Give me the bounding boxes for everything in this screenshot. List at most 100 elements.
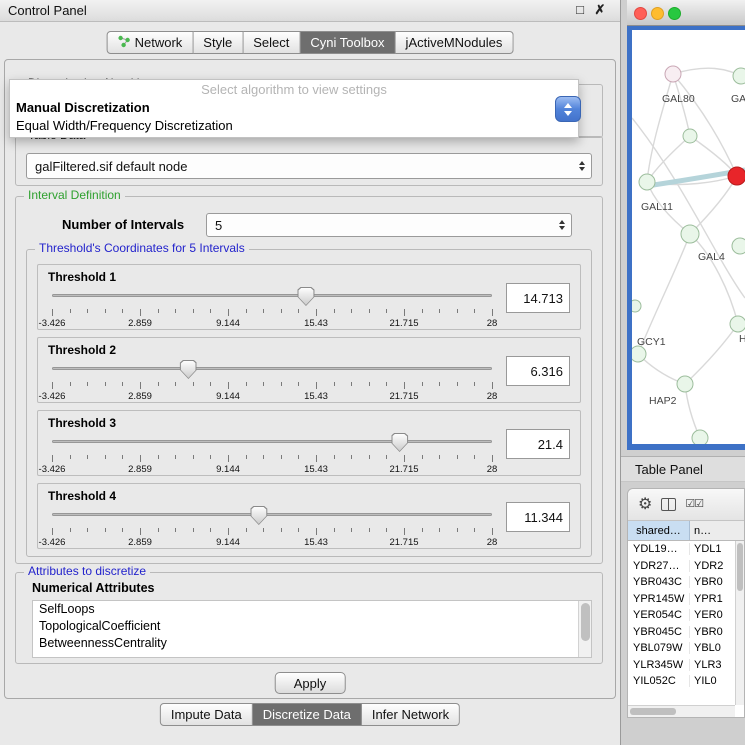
apply-button[interactable]: Apply (275, 672, 346, 694)
slider-thumb[interactable] (391, 433, 408, 452)
dropdown-option-equal-width-frequency-discretization[interactable]: Equal Width/Frequency Discretization (10, 117, 578, 135)
network-node[interactable] (639, 174, 655, 190)
table-panel-title: Table Panel (635, 462, 703, 477)
network-node[interactable] (681, 225, 699, 243)
scrollbar-thumb[interactable] (630, 708, 676, 715)
tab-select[interactable]: Select (243, 31, 300, 54)
cell-name[interactable]: YBL0 (690, 642, 735, 654)
table-row[interactable]: YPR145WYPR1 (628, 591, 735, 608)
cell-shared-name[interactable]: YIL052C (628, 675, 690, 687)
table-row[interactable]: YBR045CYBR0 (628, 624, 735, 641)
cell-shared-name[interactable]: YBL079W (628, 642, 690, 654)
column-header-name[interactable]: n… (690, 521, 744, 540)
attributes-scrollbar[interactable] (578, 601, 591, 657)
cell-name[interactable]: YIL0 (690, 675, 735, 687)
tab-network[interactable]: Network (107, 31, 194, 54)
cell-name[interactable]: YDR2 (690, 560, 735, 572)
network-canvas[interactable]: GAL80GAGAL11GAL4GCY1HAP2H (632, 30, 745, 444)
cell-name[interactable]: YBR0 (690, 576, 735, 588)
slider-thumb[interactable] (297, 287, 314, 306)
algorithm-select-stepper[interactable] (555, 96, 581, 122)
attribute-item-topologicalcoefficient[interactable]: TopologicalCoefficient (33, 618, 591, 635)
scrollbar-thumb[interactable] (737, 543, 743, 591)
threshold-slider-4[interactable]: -3.4262.8599.14415.4321.71528 (52, 506, 492, 548)
cell-name[interactable]: YER0 (690, 609, 735, 621)
dropdown-option-manual-discretization[interactable]: Manual Discretization (10, 99, 578, 117)
table-vertical-scrollbar[interactable] (735, 541, 744, 705)
table-row[interactable]: YIL052CYIL0 (628, 673, 735, 690)
network-node-selected[interactable] (728, 167, 745, 185)
threshold-label: Threshold 2 (48, 343, 116, 357)
table-row[interactable]: YLR345WYLR3 (628, 657, 735, 674)
network-node[interactable] (733, 68, 745, 84)
select-columns-icon[interactable]: ☑☑ (685, 499, 703, 510)
attribute-item-selfloops[interactable]: SelfLoops (33, 601, 591, 618)
threshold-value-field[interactable]: 14.713 (506, 283, 570, 313)
network-node[interactable] (692, 430, 708, 444)
node-label-ga: GA (731, 93, 745, 105)
network-window-titlebar[interactable] (627, 0, 745, 26)
threshold-value-field[interactable]: 21.4 (506, 429, 570, 459)
mac-close-icon[interactable] (634, 7, 647, 20)
number-of-intervals-select[interactable]: 5 (206, 213, 572, 237)
cell-shared-name[interactable]: YER054C (628, 609, 690, 621)
threshold-slider-1[interactable]: -3.4262.8599.14415.4321.71528 (52, 287, 492, 329)
cell-name[interactable]: YDL1 (690, 543, 735, 555)
threshold-value-field[interactable]: 6.316 (506, 356, 570, 386)
cell-shared-name[interactable]: YBR045C (628, 626, 690, 638)
tab-discretize-data[interactable]: Discretize Data (253, 703, 362, 726)
mac-minimize-icon[interactable] (651, 7, 664, 20)
threshold-value-field[interactable]: 11.344 (506, 502, 570, 532)
cell-shared-name[interactable]: YDR27… (628, 560, 690, 572)
network-node[interactable] (632, 346, 646, 362)
network-node[interactable] (665, 66, 681, 82)
column-header-shared-name[interactable]: shared… (628, 521, 690, 540)
control-panel-titlebar[interactable]: Control Panel □ ✗ (0, 0, 620, 22)
slider-track[interactable] (52, 294, 492, 297)
cell-name[interactable]: YLR3 (690, 659, 735, 671)
threshold-slider-2[interactable]: -3.4262.8599.14415.4321.71528 (52, 360, 492, 402)
scrollbar-thumb[interactable] (581, 603, 590, 641)
slider-thumb[interactable] (250, 506, 267, 525)
table-data-select[interactable]: galFiltered.sif default node (26, 153, 592, 179)
attribute-item-betweennesscentrality[interactable]: BetweennessCentrality (33, 635, 591, 652)
gear-icon[interactable]: ⚙ (638, 497, 652, 513)
tab-infer-network[interactable]: Infer Network (362, 703, 460, 726)
node-label-h: H (739, 333, 745, 345)
tab-style[interactable]: Style (193, 31, 243, 54)
cell-shared-name[interactable]: YBR043C (628, 576, 690, 588)
slider-thumb[interactable] (180, 360, 197, 379)
cell-name[interactable]: YBR0 (690, 626, 735, 638)
table-horizontal-scrollbar[interactable] (628, 705, 735, 717)
table-row[interactable]: YBR043CYBR0 (628, 574, 735, 591)
tab-cyni-toolbox[interactable]: Cyni Toolbox (300, 31, 395, 54)
table-row[interactable]: YER054CYER0 (628, 607, 735, 624)
slider-track[interactable] (52, 367, 492, 370)
cell-shared-name[interactable]: YDL19… (628, 543, 690, 555)
table-row[interactable]: YDR27…YDR2 (628, 558, 735, 575)
tab-jactivemnodules[interactable]: jActiveMNodules (396, 31, 514, 54)
network-node[interactable] (732, 238, 745, 254)
threshold-row-3: Threshold 3-3.4262.8599.14415.4321.71528… (37, 410, 581, 476)
network-node[interactable] (632, 300, 641, 312)
table-columns-icon[interactable] (661, 498, 676, 511)
tab-impute-data[interactable]: Impute Data (160, 703, 253, 726)
cell-name[interactable]: YPR1 (690, 593, 735, 605)
tab-label: Impute Data (171, 707, 242, 722)
numerical-attributes-list[interactable]: SelfLoopsTopologicalCoefficientBetweenne… (32, 600, 592, 658)
slider-track[interactable] (52, 513, 492, 516)
cell-shared-name[interactable]: YLR345W (628, 659, 690, 671)
mac-zoom-icon[interactable] (668, 7, 681, 20)
cell-shared-name[interactable]: YPR145W (628, 593, 690, 605)
threshold-slider-3[interactable]: -3.4262.8599.14415.4321.71528 (52, 433, 492, 475)
network-node[interactable] (730, 316, 745, 332)
minimize-icon[interactable]: □ (572, 2, 588, 17)
right-column: GAL80GAGAL11GAL4GCY1HAP2H Table Panel ⚙ … (621, 0, 745, 745)
table-row[interactable]: YBL079WYBL0 (628, 640, 735, 657)
network-node[interactable] (683, 129, 697, 143)
table-row[interactable]: YDL19…YDL1 (628, 541, 735, 558)
network-node[interactable] (677, 376, 693, 392)
slider-track[interactable] (52, 440, 492, 443)
close-icon[interactable]: ✗ (592, 2, 608, 18)
table-panel-bar[interactable]: Table Panel (621, 456, 745, 482)
